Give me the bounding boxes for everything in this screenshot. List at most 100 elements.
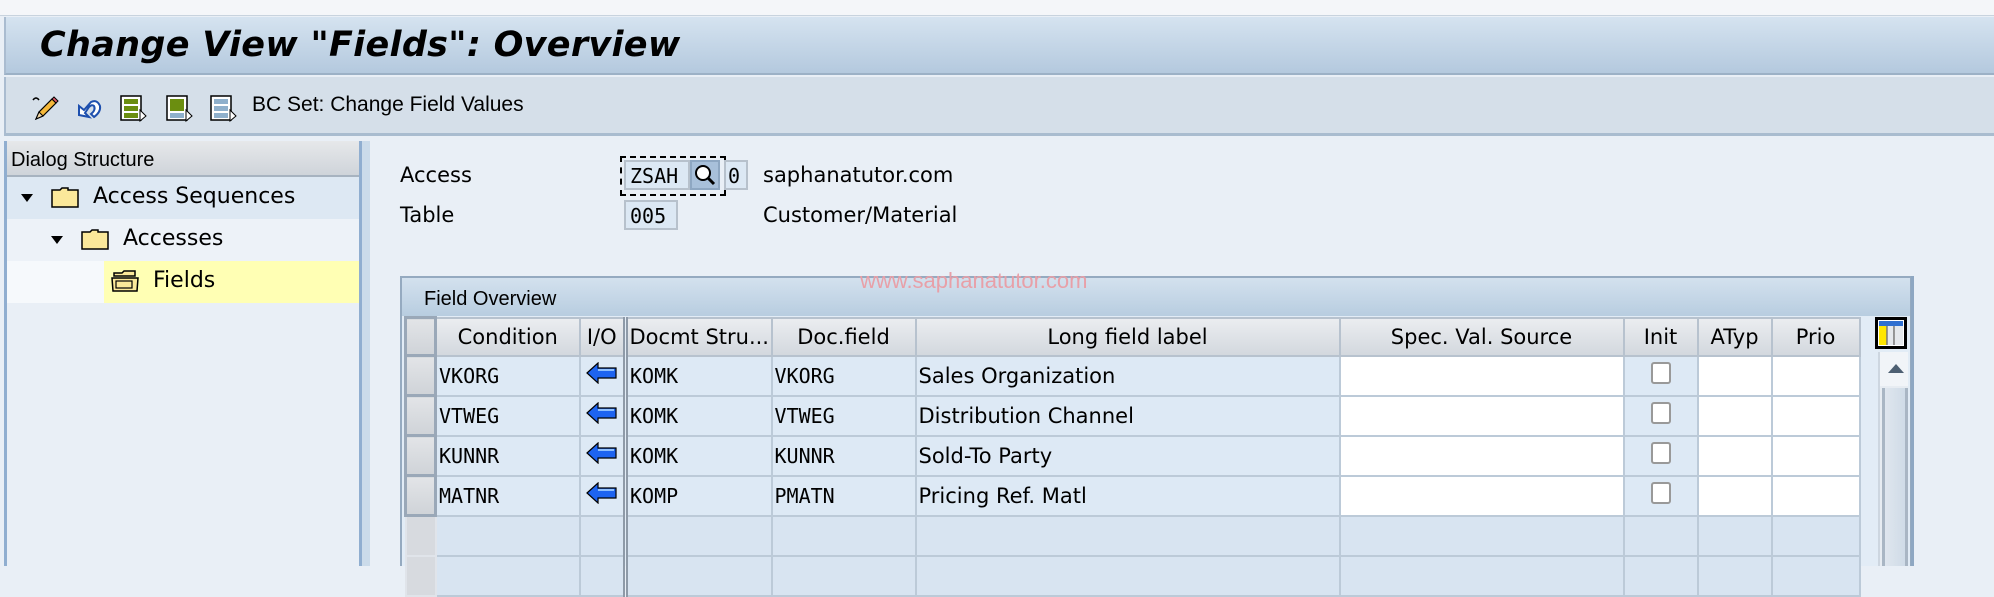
- selected-node-highlight: [104, 261, 359, 303]
- select-all-rows-button[interactable]: [404, 316, 437, 357]
- vertical-scrollbar[interactable]: [1878, 352, 1908, 566]
- table-row: VKORG KOMK VKORG Sales Organization: [404, 354, 1861, 397]
- expand-triangle-icon[interactable]: [21, 194, 33, 202]
- column-header-atyp[interactable]: ATyp: [1696, 316, 1773, 357]
- table-settings-button[interactable]: [1875, 317, 1907, 349]
- expand-triangle-icon[interactable]: [51, 236, 63, 244]
- docmt-struct-cell: KOMP: [624, 474, 773, 517]
- left-arrow-icon: [585, 481, 617, 505]
- row-selector[interactable]: [404, 554, 437, 597]
- init-cell: [1622, 434, 1699, 477]
- init-cell: [1622, 474, 1699, 517]
- field-overview-table-control: Field Overview Condition I/O Docmt Stru.…: [400, 276, 1912, 597]
- prio-input[interactable]: [1770, 474, 1861, 517]
- title-bar: Change View "Fields": Overview: [4, 17, 1994, 75]
- page-title: Change View "Fields": Overview: [40, 25, 681, 65]
- column-configuration-icon: [1879, 321, 1903, 345]
- empty-cell: [434, 554, 581, 597]
- spec-val-source-input[interactable]: [1338, 474, 1625, 517]
- undo-icon[interactable]: [74, 93, 104, 123]
- tree-node-label: Accesses: [123, 226, 224, 251]
- tree-node-access-sequences[interactable]: Access Sequences: [7, 177, 359, 219]
- empty-cell: [1622, 554, 1699, 597]
- panel-splitter[interactable]: [362, 141, 370, 566]
- doc-field-cell: VTWEG: [770, 394, 917, 437]
- empty-cell: [1338, 514, 1625, 557]
- table-row: KUNNR KOMK KUNNR Sold-To Party: [404, 434, 1861, 477]
- column-header-doc-field[interactable]: Doc.field: [770, 316, 917, 357]
- init-checkbox[interactable]: [1650, 402, 1671, 424]
- column-header-docmt-struct[interactable]: Docmt Stru...: [624, 316, 773, 357]
- empty-cell: [770, 554, 917, 597]
- empty-cell: [914, 514, 1341, 557]
- empty-cell: [1622, 514, 1699, 557]
- column-header-init[interactable]: Init: [1622, 316, 1699, 357]
- dialog-structure-panel: Dialog Structure Access Sequences Access…: [4, 141, 362, 566]
- edit-pencil-icon[interactable]: [30, 93, 60, 123]
- table-right-border: [1911, 276, 1914, 566]
- dialog-structure-header: Dialog Structure: [7, 141, 359, 177]
- condition-cell: MATNR: [434, 474, 581, 517]
- long-field-label-cell: Pricing Ref. Matl: [914, 474, 1341, 517]
- prio-input[interactable]: [1770, 354, 1861, 397]
- atyp-input[interactable]: [1696, 394, 1773, 437]
- access-number-field[interactable]: 0: [724, 160, 748, 190]
- folder-open-icon: [111, 270, 139, 292]
- scroll-up-button[interactable]: [1880, 352, 1908, 386]
- condition-cell: VKORG: [434, 354, 581, 397]
- condition-cell: VTWEG: [434, 394, 581, 437]
- row-selector[interactable]: [404, 434, 437, 477]
- select-block-icon[interactable]: [164, 93, 194, 123]
- row-selector[interactable]: [404, 514, 437, 557]
- top-strip: [0, 0, 1994, 16]
- prio-input[interactable]: [1770, 434, 1861, 477]
- spec-val-source-input[interactable]: [1338, 354, 1625, 397]
- condition-cell: KUNNR: [434, 434, 581, 477]
- empty-table-row: [404, 554, 1861, 597]
- empty-cell: [1696, 554, 1773, 597]
- table-description: Customer/Material: [763, 203, 958, 227]
- tree-node-fields[interactable]: Fields: [7, 261, 359, 303]
- table-input[interactable]: 005: [624, 200, 678, 230]
- table-label: Table: [400, 203, 455, 227]
- docmt-struct-cell: KOMK: [624, 434, 773, 477]
- atyp-input[interactable]: [1696, 474, 1773, 517]
- long-field-label-cell: Distribution Channel: [914, 394, 1341, 437]
- scrollbar-track[interactable]: [1882, 388, 1908, 566]
- column-header-long-field-label[interactable]: Long field label: [914, 316, 1341, 357]
- select-all-icon[interactable]: [118, 93, 148, 123]
- init-checkbox[interactable]: [1650, 442, 1671, 464]
- arrow-up-icon: [1888, 364, 1904, 373]
- tree-node-label: Fields: [153, 268, 216, 293]
- empty-cell: [1770, 514, 1861, 557]
- row-selector[interactable]: [404, 394, 437, 437]
- access-input[interactable]: ZSAH: [624, 160, 690, 190]
- empty-cell: [578, 514, 628, 557]
- row-selector[interactable]: [404, 474, 437, 517]
- atyp-input[interactable]: [1696, 434, 1773, 477]
- init-checkbox[interactable]: [1650, 362, 1671, 384]
- left-arrow-icon: [585, 401, 617, 425]
- init-checkbox[interactable]: [1650, 482, 1671, 504]
- column-header-io[interactable]: I/O: [578, 316, 628, 357]
- tree-node-accesses[interactable]: Accesses: [7, 219, 359, 261]
- search-icon: [695, 165, 716, 186]
- column-header-prio[interactable]: Prio: [1770, 316, 1861, 357]
- column-header-spec-val-source[interactable]: Spec. Val. Source: [1338, 316, 1625, 357]
- column-header-condition[interactable]: Condition: [434, 316, 581, 357]
- value-help-button[interactable]: [690, 160, 720, 190]
- deselect-all-icon[interactable]: [208, 93, 238, 123]
- spec-val-source-input[interactable]: [1338, 394, 1625, 437]
- atyp-input[interactable]: [1696, 354, 1773, 397]
- prio-input[interactable]: [1770, 394, 1861, 437]
- folder-closed-icon: [51, 187, 79, 208]
- row-selector[interactable]: [404, 354, 437, 397]
- spec-val-source-input[interactable]: [1338, 434, 1625, 477]
- empty-cell: [770, 514, 917, 557]
- long-field-label-cell: Sold-To Party: [914, 434, 1341, 477]
- io-cell: [578, 474, 628, 517]
- io-cell: [578, 394, 628, 437]
- field-overview-title: Field Overview: [424, 288, 557, 310]
- table-row: VTWEG KOMK VTWEG Distribution Channel: [404, 394, 1861, 437]
- bc-set-change-field-values-button[interactable]: BC Set: Change Field Values: [252, 93, 524, 117]
